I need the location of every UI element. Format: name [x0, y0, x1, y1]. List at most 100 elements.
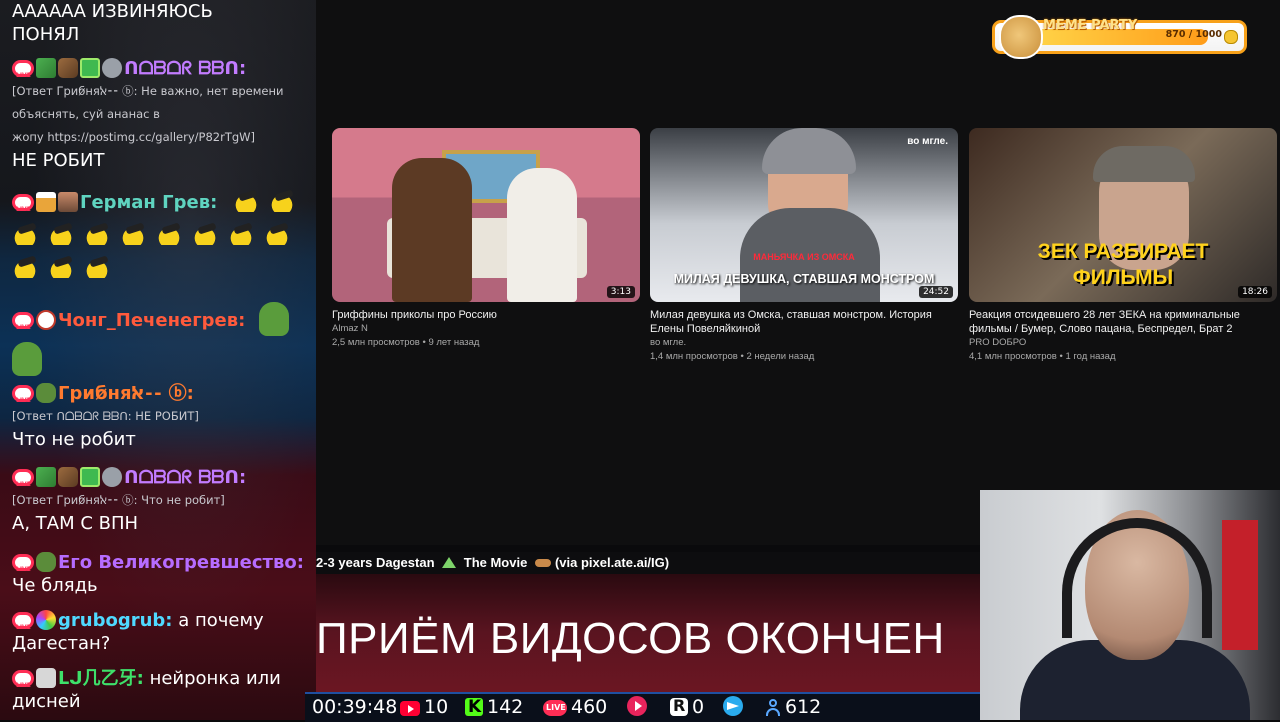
avatar-icon	[58, 192, 78, 212]
video-thumbnail[interactable]: во мгле. МАНЬЯЧКА ИЗ ОМСКА МИЛАЯ ДЕВУШКА…	[650, 128, 958, 302]
vk-live-icon	[543, 695, 567, 721]
chat-username[interactable]: Чонг_Печенегрев:	[58, 310, 245, 331]
live-badge-icon	[12, 60, 34, 87]
kick-icon	[465, 694, 483, 720]
chat-message: АААААА ИЗВИНЯЮСЬ ПОНЯЛ	[12, 0, 310, 46]
emote-icon	[84, 258, 110, 278]
video-thumbnail[interactable]: 3:13	[332, 128, 640, 302]
thumb-caption: ЗЕК РАЗБИРАЕТ	[1037, 240, 1209, 263]
pepe-emote-icon	[259, 302, 290, 336]
chat-text: АААААА ИЗВИНЯЮСЬ	[12, 1, 213, 22]
chat-username[interactable]: Его Великогревшество:	[58, 552, 304, 573]
chat-message: grubogrub: а почему Дагестан?	[12, 609, 310, 655]
chat-reply: жопу https://postimg.cc/gallery/P82rTgW]	[12, 130, 256, 144]
emote-icon	[48, 225, 74, 245]
thumb-caption: МИЛАЯ ДЕВУШКА, СТАВШАЯ МОНСТРОМ	[673, 272, 935, 286]
emote-icon	[120, 225, 146, 245]
mug-icon	[58, 467, 78, 487]
user-icon	[765, 698, 781, 716]
webcam-feed	[980, 490, 1280, 720]
ticker-text: (via pixel.ate.ai/IG)	[554, 555, 670, 570]
rutube-icon	[670, 693, 688, 719]
vklive-viewers: 460	[543, 694, 607, 721]
chat-text: Дагестан?	[12, 633, 111, 654]
live-badge-icon	[12, 612, 34, 639]
chat-username[interactable]: ᑎᗝᗷᗝᖇ ᗷᗷᑎ:	[124, 467, 246, 488]
chat-username[interactable]: ᒪᒍ几乙牙:	[58, 668, 144, 689]
emote-icon	[233, 192, 260, 212]
chat-reply: [Ответ ᑎᗝᗷᗝᖇ ᗷᗷᑎ: НЕ РОБИТ]	[12, 409, 199, 423]
video-channel[interactable]: PRO DOБРО	[969, 336, 1277, 350]
chat-username[interactable]: ᑎᗝᗷᗝᖇ ᗷᗷᑎ:	[124, 58, 246, 79]
video-stats: 2,5 млн просмотров • 9 лет назад	[332, 337, 480, 348]
kick-viewers: 142	[465, 694, 523, 720]
pencil-icon	[36, 58, 56, 78]
avatar-icon	[36, 668, 56, 688]
chat-text: нейронка или	[143, 668, 281, 689]
ticker-text: The Movie	[460, 555, 531, 570]
video-thumbnail[interactable]: ЗЕК РАЗБИРАЕТ ФИЛЬМЫ 18:26	[969, 128, 1277, 302]
emote-icon	[12, 225, 38, 245]
chat-message: ᑎᗝᗷᗝᖇ ᗷᗷᑎ: [Ответ Гриб⁠̷ня⁠ﭏ⁠⁃⁠⁃ ⁠ⓑ: Что…	[12, 466, 310, 535]
youtube-viewers: 10	[400, 694, 448, 720]
frog-icon	[36, 383, 56, 403]
chat-message: ᒪᒍ几乙牙: нейронка или дисней	[12, 667, 310, 713]
play-platform	[627, 694, 651, 720]
headphones-icon	[1062, 518, 1212, 638]
mug-icon	[58, 58, 78, 78]
gun-icon	[534, 559, 551, 567]
gift-icon	[80, 467, 100, 487]
chat-username[interactable]: Гриб⁠̷ня⁠ﭏ⁠⁃⁠⁃ ⁠ⓑ:	[58, 383, 194, 404]
emote-icon	[228, 225, 254, 245]
emote-icon	[264, 225, 290, 245]
kick-count: 142	[487, 696, 524, 718]
pencil-icon	[36, 467, 56, 487]
pepe-emote-icon	[12, 342, 42, 376]
video-card[interactable]: во мгле. МАНЬЯЧКА ИЗ ОМСКА МИЛАЯ ДЕВУШКА…	[650, 128, 958, 364]
viewers-count: 612	[785, 696, 822, 718]
rutube-count: 0	[692, 696, 705, 718]
chat-message: Чонг_Печенегрев:	[12, 302, 310, 376]
video-grid: 3:13 Гриффины приколы про Россию Almaz N…	[316, 0, 1280, 545]
video-card[interactable]: ЗЕК РАЗБИРАЕТ ФИЛЬМЫ 18:26 Реакция отсид…	[969, 128, 1277, 364]
emote-icon	[156, 225, 182, 245]
stream-timer: 00:39:48	[312, 696, 398, 718]
chat-message: Герман Грев:	[12, 191, 310, 280]
video-card[interactable]: 3:13 Гриффины приколы про Россию Almaz N…	[332, 128, 640, 350]
video-duration: 24:52	[919, 286, 953, 298]
gift-icon	[80, 58, 100, 78]
video-channel[interactable]: Almaz N	[332, 322, 640, 336]
chat-text: А, ТАМ С ВПН	[12, 513, 139, 534]
video-channel[interactable]: во мгле.	[650, 336, 958, 350]
rainbow-icon	[36, 610, 56, 630]
video-title[interactable]: Милая девушка из Омска, ставшая монстром…	[650, 308, 958, 336]
telegram-icon	[723, 696, 743, 716]
chat-text: Че блядь	[12, 575, 98, 596]
character-graphic	[392, 158, 472, 302]
video-title[interactable]: Реакция отсидевшего 28 лет ЗЕКА на крими…	[969, 308, 1277, 336]
video-stats: 4,1 млн просмотров • 1 год назад	[969, 351, 1116, 362]
play-icon	[627, 696, 647, 716]
video-duration: 18:26	[1238, 286, 1272, 298]
flag-graphic	[1222, 520, 1258, 650]
live-badge-icon	[12, 469, 34, 496]
chat-username[interactable]: grubogrub:	[58, 610, 173, 631]
chat-username[interactable]: Герман Грев:	[80, 192, 217, 213]
chat-message: Его Великогревшество: Че блядь	[12, 551, 310, 597]
mountain-icon	[442, 557, 457, 568]
frog-icon	[36, 552, 56, 572]
announcement-banner: ПРИЁМ ВИДОСОВ ОКОНЧЕН	[316, 574, 980, 692]
chat-message: ᑎᗝᗷᗝᖇ ᗷᗷᑎ: [Ответ Гриб⁠̷ня⁠ﭏ⁠⁃⁠⁃ ⁠ⓑ: Не …	[12, 57, 310, 172]
now-playing-ticker: 2-3 years Dagestan The Movie (via pixel.…	[316, 552, 980, 574]
hat-graphic	[762, 128, 856, 174]
cap-graphic	[1093, 146, 1195, 182]
live-badge-icon	[12, 670, 34, 697]
thumb-tag: во мгле.	[907, 136, 948, 147]
emote-icon	[12, 258, 38, 278]
chat-reply: [Ответ Гриб⁠̷ня⁠ﭏ⁠⁃⁠⁃ ⁠ⓑ: Что не робит]	[12, 493, 225, 507]
video-stats: 1,4 млн просмотров • 2 недели назад	[650, 351, 815, 362]
live-badge-icon	[12, 312, 34, 339]
doge-icon	[999, 15, 1043, 59]
chat-panel: АААААА ИЗВИНЯЮСЬ ПОНЯЛ ᑎᗝᗷᗝᖇ ᗷᗷᑎ: [Ответ…	[0, 0, 316, 720]
video-title[interactable]: Гриффины приколы про Россию	[332, 308, 640, 322]
